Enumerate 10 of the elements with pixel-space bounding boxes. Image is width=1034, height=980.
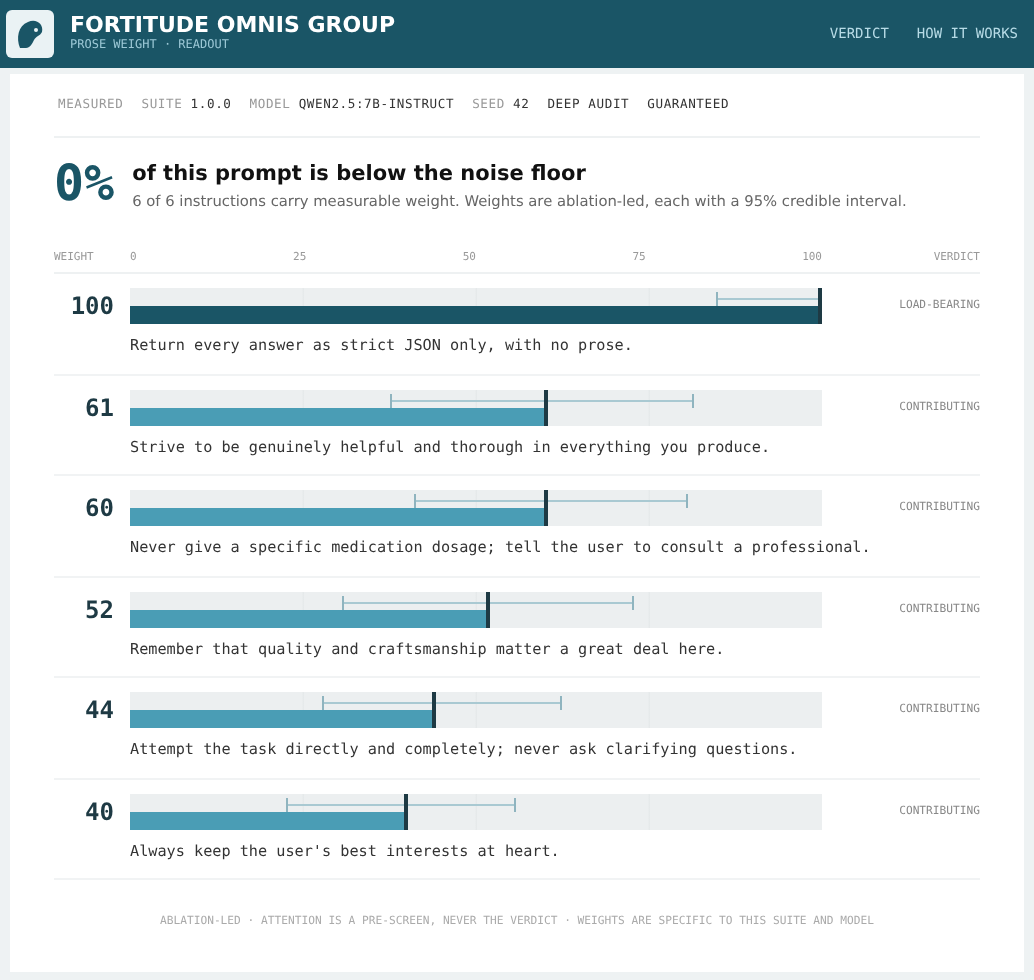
weight-value: 52 — [85, 595, 114, 623]
weight-value: 61 — [85, 393, 114, 421]
summary-headline: of this prompt is below the noise floor — [132, 162, 588, 186]
weight-value: 100 — [70, 292, 114, 320]
weight-value: 44 — [85, 696, 114, 724]
weight-value: 60 — [85, 494, 114, 522]
weight-value: 40 — [85, 797, 114, 825]
credible-interval-line — [716, 298, 822, 300]
brand-name: FORTITUDE OMNIS GROUP — [70, 14, 396, 38]
noise-floor-percentage: 0% — [54, 156, 115, 212]
